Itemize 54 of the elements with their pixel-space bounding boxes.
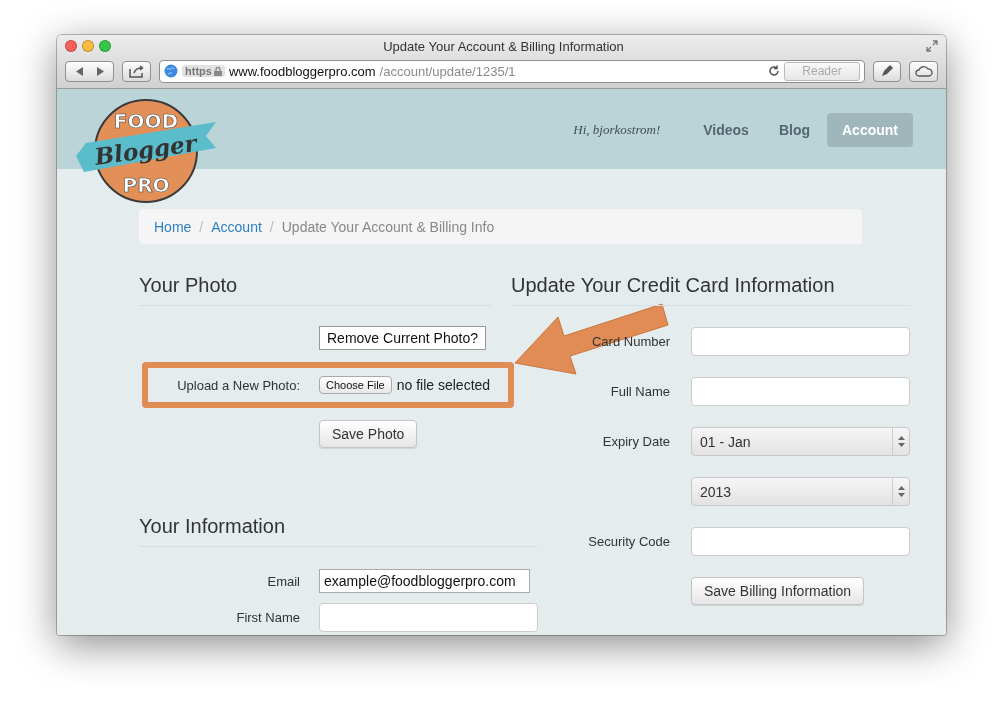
cloud-button[interactable] — [909, 60, 938, 82]
field-label: First Name — [235, 610, 300, 625]
breadcrumb-link[interactable]: Home — [154, 218, 192, 235]
breadcrumb-current-text: Update Your Account & Billing Info — [281, 218, 495, 235]
pen-button[interactable] — [873, 60, 901, 82]
forward-icon — [95, 66, 104, 76]
stepper-icon — [897, 486, 905, 497]
breadcrumb-link[interactable]: Account — [211, 218, 262, 235]
field-label: Email — [266, 573, 300, 589]
lock-icon — [213, 66, 222, 76]
section-heading: Your Information — [139, 512, 538, 547]
section-heading: Update Your Credit Card Information — [511, 271, 910, 306]
select-dropdown[interactable]: 2013 — [691, 477, 910, 506]
breadcrumb-separator: / — [199, 218, 204, 235]
choose-file-button[interactable]: Choose File — [319, 376, 392, 394]
https-badge: https — [182, 65, 225, 77]
share-button[interactable] — [122, 60, 151, 82]
save-photo-button[interactable]: Save Photo — [319, 420, 418, 448]
text-input[interactable] — [691, 327, 910, 356]
url-path: /account/update/1235/1 — [379, 63, 517, 79]
field-label: Card Number — [590, 334, 670, 349]
globe-icon — [164, 64, 178, 78]
logo-text: PRO — [122, 173, 170, 197]
section-heading: Your Photo — [139, 271, 491, 306]
stepper-icon — [897, 436, 905, 447]
text-input[interactable] — [319, 603, 538, 632]
nav-link[interactable]: Videos — [688, 113, 764, 147]
text-input[interactable] — [691, 377, 910, 406]
reload-icon[interactable] — [768, 65, 780, 77]
fullscreen-icon[interactable] — [926, 40, 938, 52]
pen-icon — [880, 64, 894, 78]
zoom-button[interactable] — [99, 40, 111, 52]
window-title: Update Your Account & Billing Information — [382, 38, 625, 54]
close-button[interactable] — [65, 40, 77, 52]
breadcrumb-separator: / — [269, 218, 274, 235]
back-forward-button[interactable] — [65, 60, 114, 82]
field-label: Full Name — [609, 384, 670, 399]
cloud-icon — [914, 65, 933, 77]
field-label: Upload a New Photo: — [176, 377, 300, 393]
text-input[interactable] — [691, 527, 910, 556]
back-icon — [75, 66, 84, 76]
minimize-button[interactable] — [82, 40, 94, 52]
field-label: Security Code — [587, 534, 670, 549]
nav-link[interactable]: Blog — [763, 113, 825, 147]
select-dropdown[interactable]: 01 - Jan — [691, 427, 910, 456]
greeting-text: Hi, bjorkostrom! — [573, 122, 661, 138]
share-icon — [128, 64, 145, 78]
save-billing-button[interactable]: Save Billing Information — [691, 577, 865, 605]
address-bar[interactable]: https www.foodbloggerpro.com /account/update/1235/1 Reader — [159, 59, 865, 83]
file-status-text: no file selected — [396, 377, 491, 393]
remove-photo-button[interactable]: Remove Current Photo? — [319, 326, 486, 350]
field-label: Expiry Date — [601, 434, 670, 449]
text-input[interactable]: example@foodbloggerpro.com — [319, 569, 530, 593]
url-host: www.foodbloggerpro.com — [228, 63, 376, 79]
